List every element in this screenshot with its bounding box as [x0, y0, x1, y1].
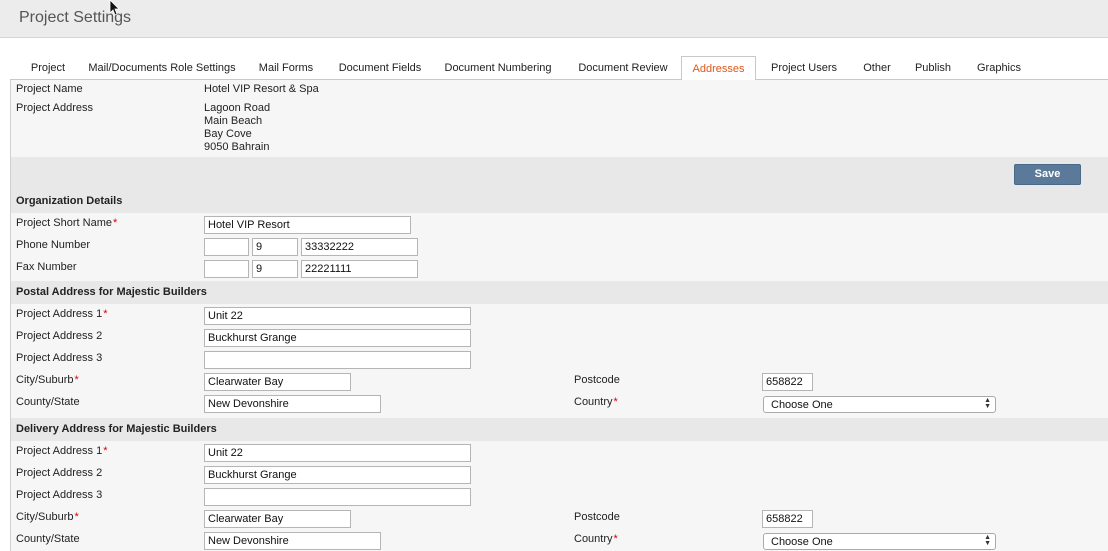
postal-address-3-input[interactable] [204, 351, 471, 369]
tab-other[interactable]: Other [853, 56, 901, 80]
delivery-postcode-label: Postcode [574, 511, 620, 523]
project-short-name-input[interactable]: Hotel VIP Resort [204, 216, 411, 234]
section-organization-details: Organization Details [11, 190, 1108, 213]
tab-publish[interactable]: Publish [906, 56, 960, 80]
postal-country-label: Country* [574, 396, 618, 408]
section-title: Postal Address for Majestic Builders [16, 286, 207, 298]
delivery-address-3-input[interactable] [204, 488, 471, 506]
postal-county-state-input[interactable]: New Devonshire [204, 395, 381, 413]
mouse-cursor-icon [109, 0, 120, 16]
section-delivery-address: Delivery Address for Majestic Builders [11, 418, 1108, 441]
postal-country-selected-value: Choose One [771, 399, 833, 411]
postal-address-1-label: Project Address 1* [16, 308, 108, 320]
section-postal-address: Postal Address for Majestic Builders [11, 281, 1108, 304]
delivery-county-state-label: County/State [16, 533, 80, 545]
tab-document-review[interactable]: Document Review [569, 56, 677, 80]
delivery-county-state-input[interactable]: New Devonshire [204, 532, 381, 550]
delivery-address-1-label: Project Address 1* [16, 445, 108, 457]
delivery-address-2-input[interactable]: Buckhurst Grange [204, 466, 471, 484]
project-name-label: Project Name [16, 83, 83, 95]
required-asterisk-icon: * [613, 396, 618, 408]
delivery-city-input[interactable]: Clearwater Bay [204, 510, 351, 528]
postal-address-1-input[interactable]: Unit 22 [204, 307, 471, 325]
postal-address-2-label: Project Address 2 [16, 330, 103, 342]
fax-area-code-input[interactable]: 9 [252, 260, 298, 278]
tab-graphics[interactable]: Graphics [968, 56, 1030, 80]
delivery-postcode-input[interactable]: 658822 [762, 510, 813, 528]
required-asterisk-icon: * [613, 533, 618, 545]
delivery-city-label: City/Suburb* [16, 511, 79, 523]
required-asterisk-icon: * [74, 374, 79, 386]
required-asterisk-icon: * [74, 511, 79, 523]
postal-postcode-input[interactable]: 658822 [762, 373, 813, 391]
required-asterisk-icon: * [103, 445, 108, 457]
addresses-panel: Project Name Hotel VIP Resort & Spa Proj… [10, 80, 1108, 551]
postal-city-label: City/Suburb* [16, 374, 79, 386]
delivery-country-selected-value: Choose One [771, 536, 833, 548]
postal-country-select[interactable]: Choose One ▲ ▼ [763, 396, 996, 413]
project-address-label: Project Address [16, 102, 94, 114]
postal-address-2-input[interactable]: Buckhurst Grange [204, 329, 471, 347]
delivery-address-1-input[interactable]: Unit 22 [204, 444, 471, 462]
delivery-country-label: Country* [574, 533, 618, 545]
phone-area-code-input[interactable]: 9 [252, 238, 298, 256]
required-asterisk-icon: * [103, 308, 108, 320]
tab-project[interactable]: Project [20, 56, 76, 80]
phone-number-label: Phone Number [16, 239, 90, 251]
project-address-line-2: Main Beach [204, 115, 263, 127]
tab-document-numbering[interactable]: Document Numbering [438, 56, 558, 80]
tab-project-users[interactable]: Project Users [764, 56, 844, 80]
settings-tab-bar: Project Mail/Documents Role Settings Mai… [10, 56, 1108, 81]
fax-country-code-input[interactable] [204, 260, 249, 278]
project-address-line-1: Lagoon Road [204, 102, 271, 114]
short-name-label: Project Short Name* [16, 217, 118, 229]
phone-country-code-input[interactable] [204, 238, 249, 256]
select-arrows-icon: ▲ ▼ [984, 397, 991, 410]
fax-number-input[interactable]: 22221111 [301, 260, 418, 278]
delivery-country-select[interactable]: Choose One ▲ ▼ [763, 533, 996, 550]
fax-number-label: Fax Number [16, 261, 77, 273]
delivery-address-3-label: Project Address 3 [16, 489, 103, 501]
postal-postcode-label: Postcode [574, 374, 620, 386]
postal-city-input[interactable]: Clearwater Bay [204, 373, 351, 391]
tab-mail-documents-role-settings[interactable]: Mail/Documents Role Settings [82, 56, 242, 80]
save-toolbar [11, 157, 1108, 192]
page-header: Project Settings [0, 0, 1108, 38]
required-asterisk-icon: * [112, 217, 118, 229]
postal-address-3-label: Project Address 3 [16, 352, 103, 364]
postal-county-state-label: County/State [16, 396, 80, 408]
tab-addresses[interactable]: Addresses [681, 56, 756, 81]
project-address-line-3: Bay Cove [204, 128, 252, 140]
phone-number-input[interactable]: 33332222 [301, 238, 418, 256]
select-arrows-icon: ▲ ▼ [984, 534, 991, 547]
delivery-address-2-label: Project Address 2 [16, 467, 103, 479]
section-title: Delivery Address for Majestic Builders [16, 423, 217, 435]
tab-mail-forms[interactable]: Mail Forms [252, 56, 320, 80]
project-name-value: Hotel VIP Resort & Spa [204, 83, 319, 95]
save-button[interactable]: Save [1014, 164, 1081, 185]
project-address-line-4: 9050 Bahrain [204, 141, 270, 153]
section-title: Organization Details [16, 195, 123, 207]
tab-document-fields[interactable]: Document Fields [331, 56, 429, 80]
